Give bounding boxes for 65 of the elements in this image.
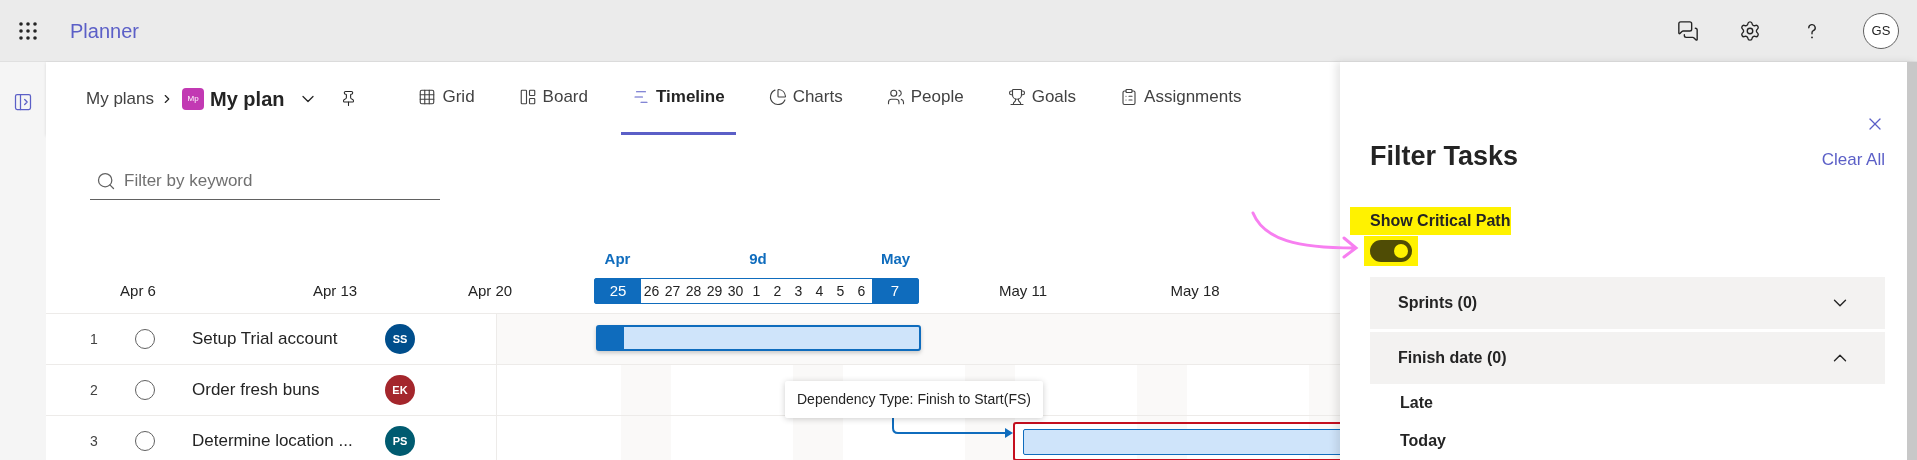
day-label: 29 bbox=[705, 282, 724, 301]
clear-all-link[interactable]: Clear All bbox=[1821, 147, 1885, 173]
plan-title[interactable]: My plan bbox=[210, 83, 285, 114]
task-name[interactable]: Order fresh buns bbox=[192, 377, 382, 403]
row-number: 3 bbox=[90, 431, 99, 451]
tab-icon bbox=[886, 88, 905, 106]
app-launcher-icon[interactable] bbox=[18, 20, 38, 41]
settings-icon[interactable] bbox=[1739, 19, 1761, 42]
keyword-filter-field[interactable]: Filter by keyword bbox=[90, 162, 440, 200]
tab-icon bbox=[768, 88, 787, 106]
tab-icon bbox=[632, 88, 650, 106]
user-avatar[interactable]: GS bbox=[1863, 12, 1899, 49]
critical-path-toggle[interactable] bbox=[1370, 239, 1412, 262]
day-label: 3 bbox=[793, 282, 804, 301]
view-tab[interactable]: Charts bbox=[757, 62, 854, 135]
duration-label: 9d bbox=[748, 249, 768, 269]
week-label: Apr 13 bbox=[312, 281, 358, 301]
task-bar[interactable] bbox=[596, 325, 921, 351]
assignee-avatar: PS bbox=[385, 426, 415, 456]
day-label: 27 bbox=[663, 282, 682, 301]
week-label: Apr 20 bbox=[467, 281, 513, 301]
task-bar[interactable] bbox=[1023, 428, 1340, 455]
month-label: May bbox=[879, 249, 912, 269]
day-label: 1 bbox=[751, 282, 762, 301]
tab-icon bbox=[418, 88, 437, 106]
day-label: 26 bbox=[642, 282, 661, 301]
day-label: 4 bbox=[814, 282, 825, 301]
range-end-day: 7 bbox=[872, 279, 918, 303]
week-label: Apr 6 bbox=[120, 281, 156, 301]
tab-icon bbox=[1120, 88, 1139, 106]
tab-icon bbox=[518, 88, 537, 106]
feedback-icon[interactable] bbox=[1677, 19, 1699, 42]
day-label: 5 bbox=[835, 282, 846, 301]
filter-option[interactable]: Today bbox=[1370, 421, 1885, 460]
day-label: 30 bbox=[726, 282, 745, 301]
panel-title: Filter Tasks bbox=[1370, 140, 1519, 173]
task-name[interactable]: Determine location ... bbox=[192, 428, 382, 454]
view-tab[interactable]: Grid bbox=[407, 62, 486, 135]
filter-option[interactable]: Late bbox=[1370, 383, 1885, 422]
app-name[interactable]: Planner bbox=[70, 15, 139, 46]
row-number: 2 bbox=[90, 380, 99, 400]
view-tab[interactable]: Assignments bbox=[1109, 62, 1253, 135]
row-number: 1 bbox=[90, 329, 99, 349]
range-start-day: 25 bbox=[595, 279, 641, 303]
day-label: 28 bbox=[684, 282, 703, 301]
breadcrumb-link[interactable]: My plans bbox=[86, 85, 155, 112]
view-tab[interactable]: Board bbox=[507, 62, 599, 135]
week-label: May 18 bbox=[1170, 281, 1220, 301]
month-label: Apr bbox=[603, 249, 632, 269]
assignee-avatar: EK bbox=[385, 375, 415, 405]
day-label: 2 bbox=[772, 282, 783, 301]
expand-panel-icon[interactable] bbox=[13, 92, 33, 112]
assignee-avatar: SS bbox=[385, 324, 415, 354]
filter-section-header[interactable]: Sprints (0) bbox=[1370, 276, 1885, 329]
plan-icon: Mp bbox=[182, 87, 205, 110]
view-tab[interactable]: Goals bbox=[996, 62, 1088, 135]
critical-path-label: Show Critical Path bbox=[1350, 206, 1512, 235]
day-label: 6 bbox=[856, 282, 867, 301]
filter-section-header[interactable]: Finish date (0) bbox=[1370, 331, 1885, 384]
tab-icon bbox=[1007, 88, 1026, 106]
task-name[interactable]: Setup Trial account bbox=[192, 326, 382, 352]
view-tab[interactable]: People bbox=[875, 62, 975, 135]
week-label: May 11 bbox=[998, 281, 1048, 301]
search-icon bbox=[96, 171, 116, 191]
dependency-tooltip: Dependency Type: Finish to Start(FS) bbox=[785, 381, 1043, 418]
